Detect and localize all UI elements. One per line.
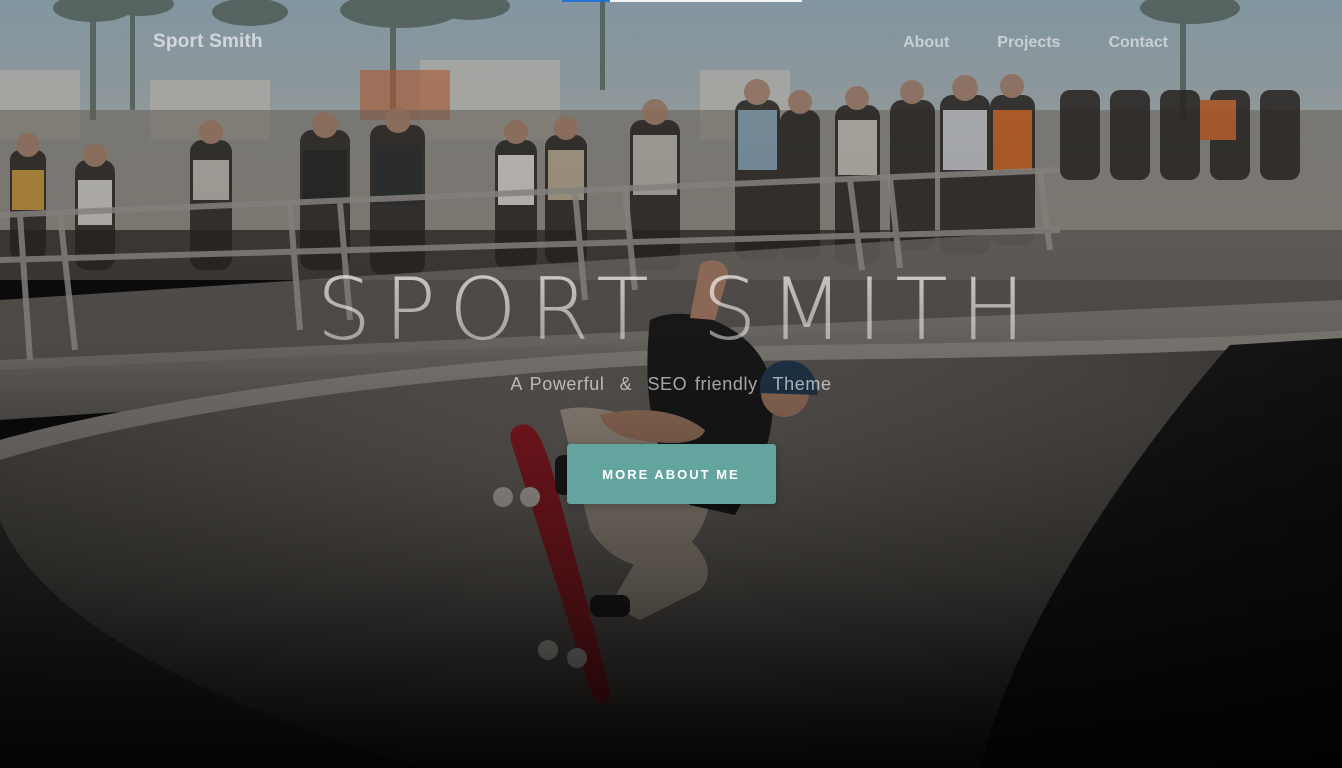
brand-logo-link[interactable]: Sport Smith [153, 31, 263, 53]
navbar: Sport Smith About Projects Contact [0, 0, 1342, 88]
hero-section: Sport Smith About Projects Contact SPORT… [0, 0, 1342, 768]
hero-subtitle: A Powerful & SEO friendly Theme [510, 374, 832, 394]
nav-links: About Projects Contact [903, 34, 1168, 52]
hero-content: SPORT SMITH A Powerful & SEO friendly Th… [0, 258, 1342, 504]
more-about-me-button[interactable]: More About Me [566, 444, 776, 504]
nav-link-projects[interactable]: Projects [997, 34, 1060, 52]
hero-title: SPORT SMITH [0, 258, 1342, 362]
nav-link-about[interactable]: About [903, 34, 949, 52]
nav-link-contact[interactable]: Contact [1108, 34, 1168, 52]
